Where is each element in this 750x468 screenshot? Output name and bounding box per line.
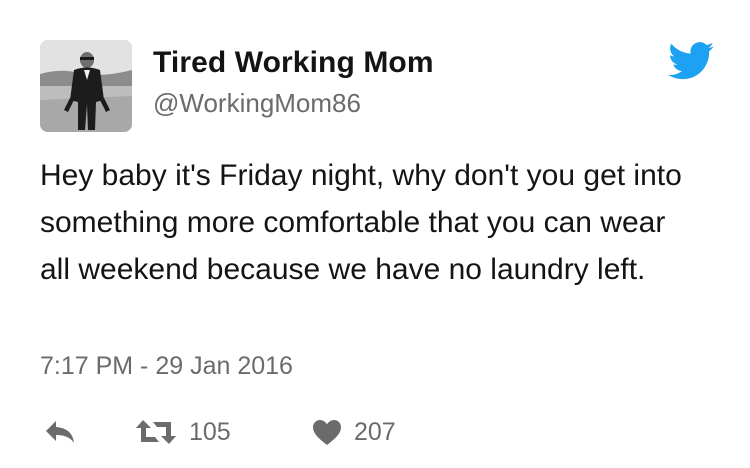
twitter-bird-icon[interactable] [668, 42, 714, 80]
reply-button[interactable] [44, 412, 76, 452]
retweet-icon [136, 420, 176, 444]
avatar[interactable] [40, 40, 132, 132]
avatar-photo [40, 40, 132, 132]
tweet-text: Hey baby it's Friday night, why don't yo… [40, 159, 682, 286]
author-name[interactable]: Tired Working Mom [153, 46, 434, 80]
heart-icon [313, 419, 341, 445]
like-button[interactable]: 207 [312, 412, 396, 452]
retweet-button[interactable]: 105 [135, 412, 231, 452]
like-count: 207 [354, 417, 396, 446]
tweet-actions: 105 207 [40, 412, 460, 452]
retweet-count: 105 [189, 417, 231, 446]
tweet-card: Tired Working Mom @WorkingMom86 Hey baby… [0, 0, 750, 468]
reply-icon [46, 421, 74, 443]
tweet-timestamp[interactable]: 7:17 PM - 29 Jan 2016 [40, 352, 293, 381]
author-handle[interactable]: @WorkingMom86 [153, 88, 361, 119]
